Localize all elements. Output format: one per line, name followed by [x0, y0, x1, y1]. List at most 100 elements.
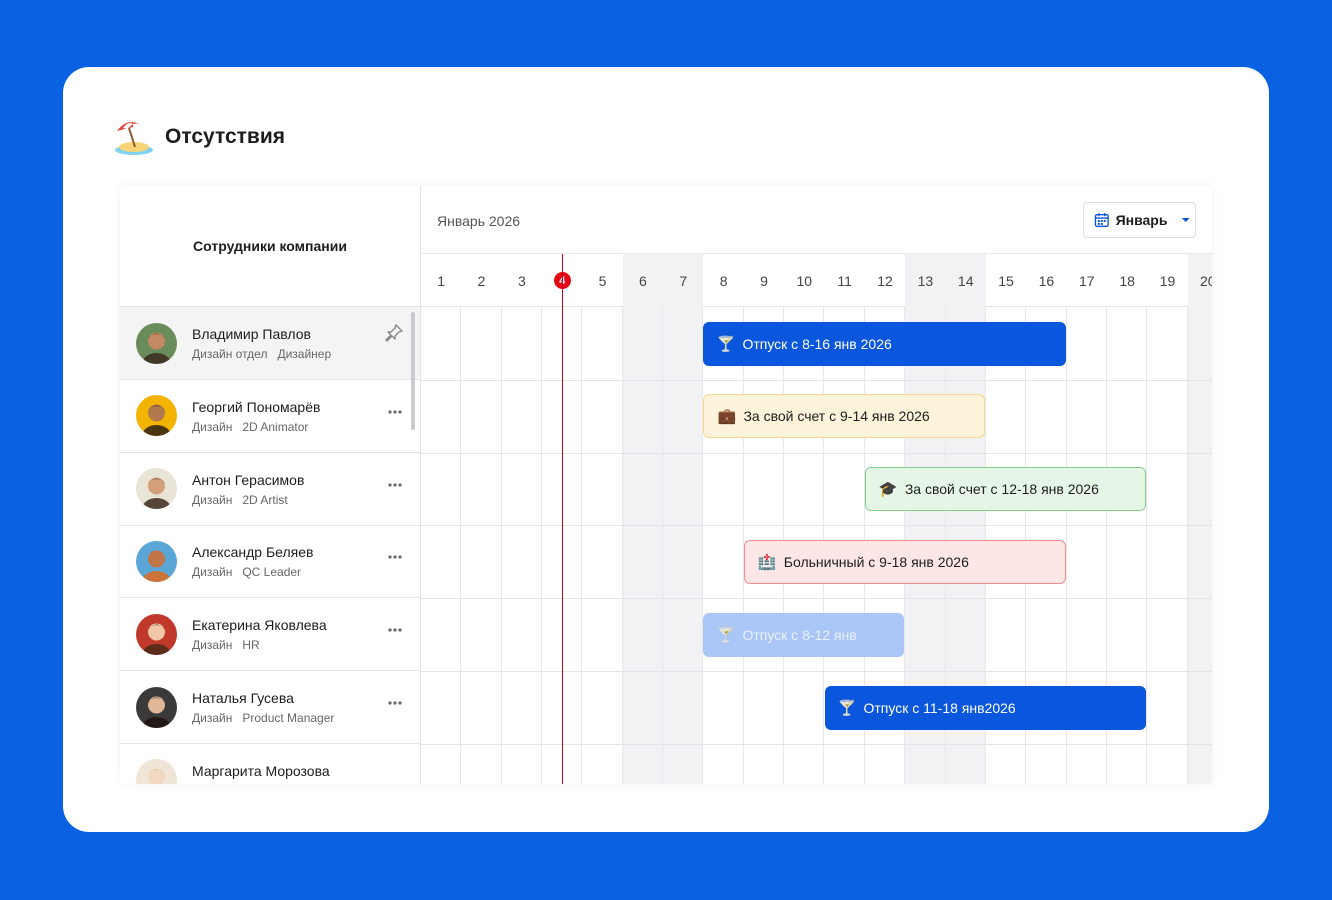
avatar [136, 540, 177, 582]
employee-role: QC Leader [242, 565, 302, 580]
day-header-5: 5 [598, 272, 607, 289]
row-divider [421, 743, 1212, 745]
absence-bar[interactable]: 🍸 Отпуск с 8-12 янв [703, 612, 905, 657]
employee-name: Георгий Пономарёв [192, 398, 321, 415]
absence-label: Отпуск с 8-16 янв 2026 [742, 335, 892, 352]
employee-meta: Дизайн QC Leader [192, 565, 311, 579]
pin-icon[interactable] [384, 323, 404, 348]
employee-row[interactable]: Владимир Павлов Дизайн отдел Дизайнер [120, 307, 420, 380]
absence-bar[interactable]: 🏥 Больничный с 9-18 янв 2026 [743, 539, 1066, 584]
day-header-9: 9 [760, 272, 768, 289]
employee-row[interactable]: Екатерина Яковлева Дизайн HR [120, 598, 420, 672]
more-icon[interactable] [387, 693, 403, 709]
employee-department: Дизайн [192, 565, 233, 580]
employee-meta: Дизайн 2D Animator [192, 420, 318, 434]
days-header: 1234567891011121314151617181920 [421, 254, 1212, 307]
scrollbar[interactable] [411, 312, 415, 430]
absence-label: За свой счет с 12-18 янв 2026 [904, 481, 1099, 498]
day-column [622, 307, 664, 784]
employee-role: HR [242, 638, 260, 653]
hospital-icon: 🏥 [757, 553, 777, 571]
day-header-11: 11 [837, 272, 852, 289]
employee-meta: Дизайн Product Manager [192, 711, 344, 725]
day-header-14: 14 [945, 254, 986, 307]
employee-department: Дизайн [192, 638, 233, 653]
absence-bar[interactable]: 🍸 Отпуск с 11-18 янв2026 [824, 685, 1147, 730]
avatar [136, 759, 177, 784]
absence-bar[interactable]: 🎓 За свой счет с 12-18 янв 2026 [864, 467, 1147, 512]
employee-department: Дизайн [192, 711, 233, 725]
employee-department: Дизайн [192, 492, 233, 507]
today-line [561, 254, 563, 784]
month-select[interactable]: Январь [1083, 202, 1196, 238]
avatar [136, 395, 177, 437]
day-header-7: 7 [663, 254, 704, 307]
day-header-15: 15 [998, 272, 1014, 289]
day-header-10: 10 [796, 272, 813, 289]
suitcase-icon: 💼 [717, 408, 737, 426]
calendar-icon [1094, 213, 1109, 228]
avatar [136, 686, 177, 728]
day-header-12: 12 [877, 272, 893, 289]
more-icon[interactable] [387, 402, 403, 418]
employee-row[interactable]: Александр Беляев Дизайн QC Leader [120, 525, 420, 599]
day-column [461, 307, 502, 784]
employee-department: Дизайн отдел [192, 347, 268, 361]
page-header: Отсутствия [113, 117, 285, 157]
employee-role: 2D Artist [242, 492, 288, 507]
more-icon[interactable] [387, 547, 403, 563]
graduation-cap-icon: 🎓 [878, 481, 898, 499]
employee-name: Антон Герасимов [192, 471, 305, 488]
employee-role: Дизайнер [277, 347, 332, 361]
employee-row[interactable]: Георгий Пономарёв Дизайн 2D Animator [120, 380, 420, 453]
row-divider [421, 452, 1212, 454]
page-title: Отсутствия [165, 125, 286, 148]
absence-bar[interactable]: 💼 За свой счет с 9-14 янв 2026 [703, 394, 985, 439]
day-header-6: 6 [622, 254, 664, 307]
absence-label: Отпуск с 8-12 янв [742, 626, 857, 643]
day-column [582, 307, 623, 784]
employee-meta: Дизайн отдел Дизайнер [192, 347, 341, 361]
absence-bar[interactable]: 🍸 Отпуск с 8-16 янв 2026 [703, 321, 1066, 366]
more-icon[interactable] [387, 620, 403, 636]
absence-calendar: Сотрудники компании Январь 2026 Январь 1… [120, 186, 1212, 784]
cocktail-icon: 🍸 [716, 335, 736, 353]
employee-department: Дизайн [192, 419, 233, 434]
calendar-grid: 🍸 Отпуск с 8-16 янв 2026 💼 За свой счет с 9… [421, 254, 1212, 784]
employee-name: Владимир Павлов [192, 326, 311, 342]
employee-role: 2D Animator [242, 419, 309, 434]
employee-meta: Дизайн HR [192, 638, 270, 652]
avatar [136, 322, 177, 364]
employee-meta: Дизайн 2D Artist [192, 493, 298, 507]
day-column [502, 307, 543, 784]
day-header-19: 19 [1159, 272, 1176, 289]
absence-card: Отсутствия Сотрудники компании Январь 20… [63, 67, 1269, 832]
employee-name: Наталья Гусева [192, 690, 294, 706]
absence-label: За свой счет с 9-14 янв 2026 [743, 408, 930, 425]
cocktail-icon: 🍸 [716, 626, 736, 644]
day-header-13: 13 [905, 254, 946, 307]
absence-label: Отпуск с 11-18 янв2026 [863, 699, 1016, 716]
more-icon[interactable] [387, 475, 403, 491]
employee-row[interactable]: Наталья Гусева Дизайн Product Manager [120, 671, 420, 744]
day-header-2: 2 [477, 272, 486, 289]
employee-row[interactable]: Маргарита Морозова [120, 744, 420, 784]
employee-name: Маргарита Морозова [192, 762, 330, 779]
row-divider [421, 525, 1212, 527]
employee-row[interactable]: Антон Герасимов Дизайн 2D Artist [120, 453, 420, 526]
employee-name: Александр Беляев [192, 544, 314, 561]
employee-list: Владимир Павлов Дизайн отдел Дизайнер Гео… [120, 307, 421, 784]
absence-label: Больничный с 9-18 янв 2026 [783, 553, 969, 570]
month-select-value: Январь [1115, 212, 1168, 228]
day-header-3: 3 [517, 272, 526, 289]
month-header: Январь 2026 Январь [421, 186, 1212, 254]
day-column [421, 307, 462, 784]
day-header-18: 18 [1119, 272, 1135, 289]
day-column [1147, 307, 1188, 784]
beach-umbrella-icon [115, 122, 153, 155]
month-label: Январь 2026 [437, 213, 521, 229]
employee-role: Product Manager [242, 711, 335, 725]
day-header-16: 16 [1038, 272, 1055, 289]
day-column [663, 307, 704, 784]
day-column [1187, 307, 1212, 784]
